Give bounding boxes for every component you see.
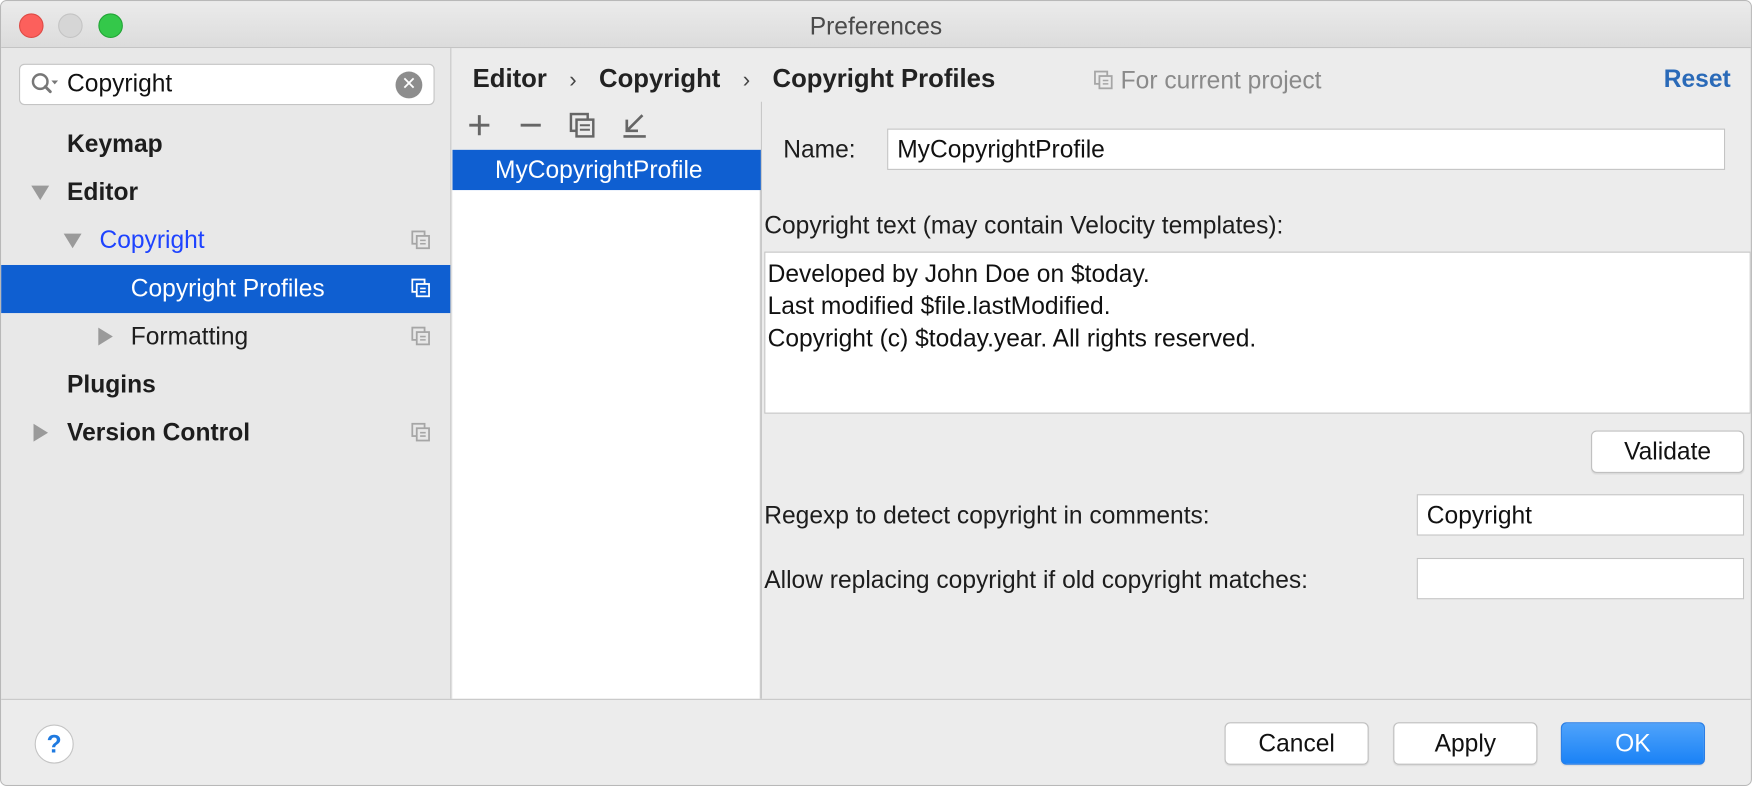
title-bar: Preferences: [1, 1, 1751, 49]
profiles-list[interactable]: MyCopyrightProfile: [452, 149, 761, 699]
chevron-down-icon[interactable]: [63, 233, 82, 249]
copyright-text-area[interactable]: Developed by John Doe on $today. Last mo…: [764, 251, 1751, 414]
sidebar-item-keymap[interactable]: Keymap: [1, 121, 450, 169]
list-item[interactable]: MyCopyrightProfile: [452, 149, 761, 191]
copyright-text-label: Copyright text (may contain Velocity tem…: [764, 211, 1284, 240]
validate-button[interactable]: Validate: [1591, 430, 1745, 473]
scope-indicator: For current project: [1094, 65, 1322, 95]
sidebar-item-formatting[interactable]: Formatting: [1, 313, 450, 361]
settings-sidebar: ✕ Keymap Editor Copyright Copyright Prof…: [1, 48, 452, 699]
dialog-footer: ? Cancel Apply OK: [1, 698, 1751, 785]
scope-label: For current project: [1120, 65, 1322, 94]
copy-icon[interactable]: [566, 110, 597, 141]
help-button[interactable]: ?: [34, 724, 74, 764]
remove-icon[interactable]: [515, 110, 546, 141]
name-label: Name:: [783, 135, 856, 164]
project-scope-icon: [1094, 70, 1113, 90]
chevron-right-icon[interactable]: [98, 327, 113, 346]
regexp-field[interactable]: [1416, 494, 1745, 536]
project-scope-icon: [411, 230, 430, 250]
chevron-right-icon[interactable]: [33, 423, 49, 442]
breadcrumb-item-copyright[interactable]: Copyright: [599, 64, 720, 94]
project-scope-icon: [411, 278, 430, 298]
name-field[interactable]: [887, 128, 1726, 170]
sidebar-item-label: Formatting: [130, 322, 249, 350]
preferences-window: Preferences ✕ Keymap Editor Copyright: [0, 0, 1752, 786]
import-icon[interactable]: [619, 110, 650, 141]
panel-divider[interactable]: [760, 101, 762, 699]
cancel-button[interactable]: Cancel: [1224, 722, 1369, 765]
apply-button[interactable]: Apply: [1393, 722, 1538, 765]
sidebar-item-editor[interactable]: Editor: [1, 169, 450, 217]
breadcrumb-item-copyright-profiles: Copyright Profiles: [772, 63, 996, 93]
search-input[interactable]: [67, 68, 403, 100]
sidebar-item-label: Plugins: [67, 370, 156, 399]
search-icon[interactable]: [30, 72, 59, 97]
project-scope-icon: [411, 326, 430, 346]
sidebar-item-copyright-profiles[interactable]: Copyright Profiles: [1, 264, 451, 314]
project-scope-icon: [411, 422, 430, 442]
breadcrumb: Editor › Copyright › Copyright Profiles: [473, 64, 996, 98]
add-icon[interactable]: [464, 110, 495, 141]
sidebar-item-plugins[interactable]: Plugins: [1, 361, 450, 409]
breadcrumb-separator: ›: [569, 68, 577, 93]
regexp-label: Regexp to detect copyright in comments:: [764, 500, 1210, 529]
settings-search[interactable]: ✕: [18, 63, 435, 106]
reset-link[interactable]: Reset: [1664, 65, 1731, 94]
replace-label: Allow replacing copyright if old copyrig…: [764, 565, 1309, 594]
sidebar-item-label: Editor: [67, 177, 139, 206]
sidebar-item-label: Keymap: [67, 129, 163, 158]
window-title: Preferences: [809, 12, 943, 41]
breadcrumb-item-editor[interactable]: Editor: [473, 64, 547, 94]
replace-field[interactable]: [1416, 557, 1745, 600]
breadcrumb-separator: ›: [742, 68, 751, 93]
sidebar-item-label: Copyright Profiles: [130, 273, 325, 302]
sidebar-item-label: Version Control: [67, 418, 251, 447]
sidebar-item-version-control[interactable]: Version Control: [1, 409, 450, 457]
sidebar-item-copyright[interactable]: Copyright: [1, 217, 450, 265]
chevron-down-icon[interactable]: [31, 185, 50, 201]
ok-button[interactable]: OK: [1560, 722, 1705, 765]
clear-icon[interactable]: ✕: [395, 71, 423, 99]
sidebar-item-label: Copyright: [99, 225, 205, 254]
